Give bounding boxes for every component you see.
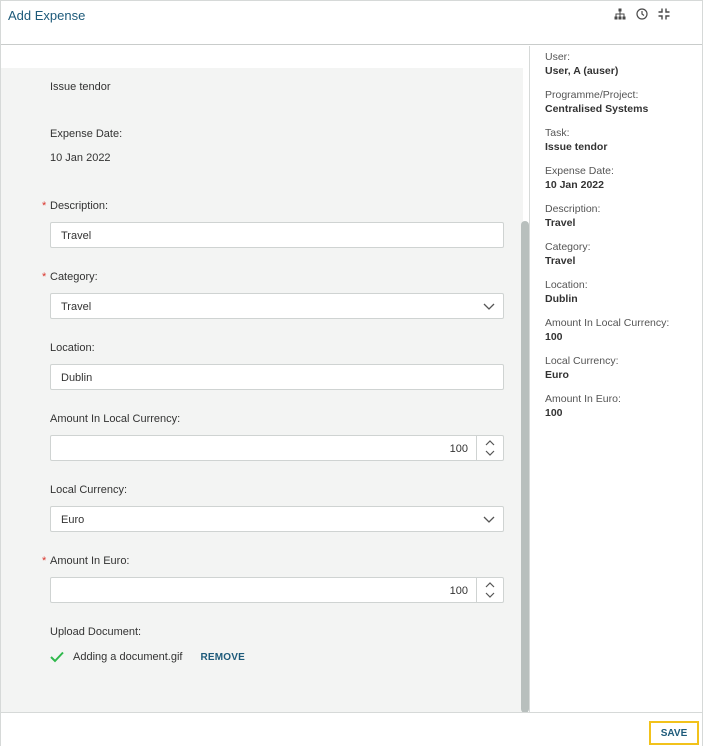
category-label: Category: (50, 271, 98, 283)
summary-item: Local Currency: Euro (545, 355, 619, 381)
description-value: Travel (61, 230, 92, 242)
hierarchy-icon[interactable] (613, 7, 626, 21)
category-select[interactable]: Travel (50, 293, 504, 319)
upload-document-label: Upload Document: (50, 626, 142, 638)
pane-divider (529, 46, 530, 712)
chevron-down-icon (483, 516, 495, 523)
amount-euro-label: Amount In Euro: (50, 555, 130, 567)
required-marker: * (42, 271, 47, 283)
location-label: Location: (50, 342, 95, 354)
task-value: Issue tendor (50, 81, 111, 93)
amount-euro-value: 100 (449, 585, 468, 597)
required-marker: * (42, 555, 47, 567)
amount-local-label: Amount In Local Currency: (50, 413, 181, 425)
location-field[interactable]: Dublin (50, 364, 504, 390)
history-icon[interactable] (635, 7, 648, 21)
required-marker: * (42, 200, 47, 212)
title-bar: Add Expense (1, 1, 702, 45)
save-button[interactable]: SAVE (649, 721, 699, 745)
summary-item: Amount In Local Currency: 100 (545, 317, 670, 343)
add-expense-window: Add Expense Issue tendor Expense Date: 1… (0, 0, 703, 746)
footer-bar: SAVE (1, 712, 702, 746)
local-currency-select[interactable]: Euro (50, 506, 504, 532)
document-name: Adding a document.gif (73, 651, 183, 663)
form-scrollbar[interactable] (521, 221, 529, 713)
summary-item: Expense Date: 10 Jan 2022 (545, 165, 614, 191)
form-header-strip (1, 46, 523, 68)
expense-date-label: Expense Date: (50, 128, 123, 140)
amount-euro-spinner (476, 578, 503, 602)
description-field[interactable]: Travel (50, 222, 504, 248)
summary-item: Location: Dublin (545, 279, 588, 305)
increment-icon[interactable] (485, 439, 495, 447)
summary-item: Task: Issue tendor (545, 127, 608, 153)
window-title: Add Expense (8, 8, 86, 23)
summary-item: Description: Travel (545, 203, 601, 229)
decrement-icon[interactable] (485, 449, 495, 457)
expense-form: Issue tendor Expense Date: 10 Jan 2022 *… (1, 46, 523, 712)
summary-item: User: User, A (auser) (545, 51, 619, 77)
chevron-down-icon (483, 303, 495, 310)
title-actions (613, 7, 670, 21)
amount-euro-stepper[interactable]: 100 (50, 577, 504, 603)
amount-local-stepper[interactable]: 100 (50, 435, 504, 461)
expense-summary: User: User, A (auser) Programme/Project: C… (545, 51, 695, 431)
increment-icon[interactable] (485, 581, 495, 589)
decrement-icon[interactable] (485, 591, 495, 599)
check-icon (50, 651, 64, 663)
summary-item: Amount In Euro: 100 (545, 393, 621, 419)
category-value: Travel (61, 301, 92, 313)
uploaded-document: Adding a document.gif REMOVE (50, 649, 245, 665)
local-currency-label: Local Currency: (50, 484, 128, 496)
description-label: Description: (50, 200, 109, 212)
remove-document-link[interactable]: REMOVE (200, 652, 245, 663)
summary-item: Category: Travel (545, 241, 591, 267)
expense-date-value: 10 Jan 2022 (50, 152, 111, 164)
summary-item: Programme/Project: Centralised Systems (545, 89, 649, 115)
location-value: Dublin (61, 372, 93, 384)
amount-local-spinner (476, 436, 503, 460)
local-currency-value: Euro (61, 514, 85, 526)
amount-local-value: 100 (449, 443, 468, 455)
collapse-icon[interactable] (657, 7, 670, 21)
